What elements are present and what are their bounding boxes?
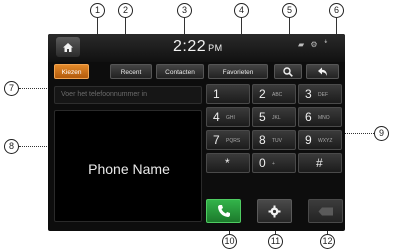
- key-0[interactable]: 0 +: [252, 153, 296, 173]
- callout-11: 11: [268, 234, 283, 249]
- callout-1: 1: [90, 3, 105, 18]
- key-4[interactable]: 4 GHI: [206, 107, 250, 127]
- key-letters: DEF: [318, 92, 328, 98]
- key-digit: 4: [213, 110, 220, 124]
- clock: 2:22 PM: [173, 38, 223, 56]
- callout-3: 3: [177, 3, 192, 18]
- key-letters: JKL: [272, 115, 281, 121]
- callout-7: 7: [4, 81, 19, 96]
- call-button[interactable]: [206, 199, 241, 223]
- key-8[interactable]: 8 TUV: [252, 130, 296, 150]
- key-letters: +: [272, 161, 275, 167]
- home-button[interactable]: [56, 37, 80, 57]
- key-hash[interactable]: #: [298, 153, 342, 173]
- key-letters: TUV: [272, 138, 282, 144]
- settings-button[interactable]: [257, 199, 292, 223]
- callout-5: 5: [282, 3, 297, 18]
- key-letters: WXYZ: [318, 138, 333, 144]
- tab-kiezen[interactable]: Kiezen: [54, 64, 89, 79]
- key-digit: *: [225, 156, 230, 170]
- key-digit: 3: [305, 87, 312, 101]
- back-button[interactable]: [306, 64, 339, 79]
- back-icon: [318, 67, 327, 76]
- top-bar: 2:22 PM ▰ ⚙ ꜜ: [48, 34, 345, 62]
- phone-number-input[interactable]: Voer het telefoonnummer in: [54, 86, 202, 104]
- callout-4: 4: [234, 3, 249, 18]
- key-5[interactable]: 5 JKL: [252, 107, 296, 127]
- key-9[interactable]: 9 WXYZ: [298, 130, 342, 150]
- callout-9: 9: [374, 126, 389, 141]
- phone-name-panel: Phone Name: [54, 110, 202, 222]
- key-digit: 0: [259, 156, 266, 170]
- search-icon: [283, 66, 293, 77]
- key-digit: #: [316, 156, 323, 170]
- phone-name: Phone Name: [88, 161, 170, 177]
- key-letters: PQRS: [226, 138, 241, 144]
- phone-screen: 2:22 PM ▰ ⚙ ꜜ Kiezen Recent Contacten Fav…: [48, 34, 345, 231]
- key-star[interactable]: *: [206, 153, 250, 173]
- key-1[interactable]: 1: [206, 84, 250, 104]
- key-6[interactable]: 6 MNO: [298, 107, 342, 127]
- gear-icon: [268, 205, 281, 217]
- key-digit: 1: [213, 87, 220, 101]
- callout-8: 8: [4, 139, 19, 154]
- keypad: 1 2 ABC 3 DEF 4 GHI 5 JKL 6 MNO 7 PQRS 8 TUV 9W…: [206, 84, 342, 196]
- key-3[interactable]: 3 DEF: [298, 84, 342, 104]
- key-letters: MNO: [318, 115, 330, 121]
- status-icons: ▰ ⚙ ꜜ: [298, 40, 330, 49]
- phone-icon: [217, 205, 230, 217]
- key-digit: 6: [305, 110, 312, 124]
- clock-time: 2:22: [173, 38, 207, 55]
- callout-10: 10: [222, 234, 237, 249]
- key-digit: 5: [259, 110, 266, 124]
- key-digit: 8: [259, 133, 266, 147]
- key-digit: 2: [259, 87, 266, 101]
- callout-2: 2: [118, 3, 133, 18]
- key-letters: ABC: [272, 92, 283, 98]
- key-2[interactable]: 2 ABC: [252, 84, 296, 104]
- key-7[interactable]: 7 PQRS: [206, 130, 250, 150]
- callout-6: 6: [329, 3, 344, 18]
- key-letters: GHI: [226, 115, 235, 121]
- tab-favorieten[interactable]: Favorieten: [208, 64, 268, 79]
- delete-button[interactable]: [308, 199, 343, 223]
- clock-ampm: PM: [208, 43, 223, 53]
- search-button[interactable]: [274, 64, 302, 79]
- tab-contacten[interactable]: Contacten: [156, 64, 204, 79]
- delete-icon: [318, 207, 333, 215]
- callout-12: 12: [320, 234, 335, 249]
- leader-9: [342, 133, 374, 134]
- key-digit: 9: [305, 133, 312, 147]
- tab-recent[interactable]: Recent: [110, 64, 152, 79]
- home-icon: [63, 42, 73, 52]
- key-digit: 7: [213, 133, 220, 147]
